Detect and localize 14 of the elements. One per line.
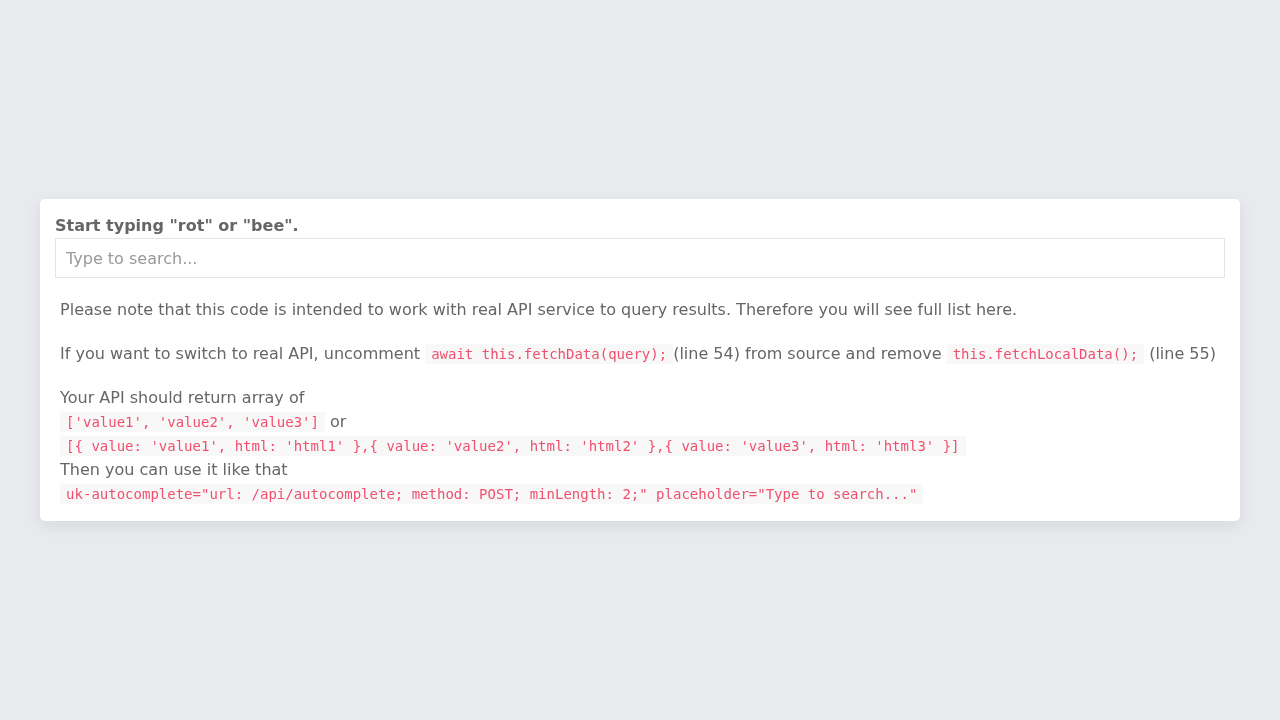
paragraph-text: Please note that this code is intended to work with real API service to query results. Therefore you will see full list here. <box>60 300 1018 319</box>
search-field[interactable]: Type to search... <box>55 238 1225 278</box>
paragraph-text: (line 55) <box>1148 344 1216 363</box>
paragraph-text: Then you can use it like that <box>60 460 288 479</box>
paragraph-text: If you want to switch to real API, uncomment <box>60 344 422 363</box>
field-label: Start typing "rot" or "bee". <box>55 215 300 237</box>
code-snippet: [{ value: 'value1', html: 'html1' },{ value: 'value2', html: 'html2' },{ value: 'value3', html: 'html3' }] <box>60 436 966 456</box>
paragraph-text: or <box>329 412 347 431</box>
code-snippet: await this.fetchData(query); <box>425 344 674 364</box>
code-snippet: ['value1', 'value2', 'value3'] <box>60 412 325 432</box>
paragraph-text: (line 54) from source and remove <box>673 344 943 363</box>
code-snippet: uk-autocomplete="url: /api/autocomplete; method: POST; minLength: 2;" placeholder="Type to search..." <box>60 484 924 504</box>
paragraph-text: Your API should return array of <box>60 388 305 407</box>
code-snippet: this.fetchLocalData(); <box>946 344 1145 364</box>
